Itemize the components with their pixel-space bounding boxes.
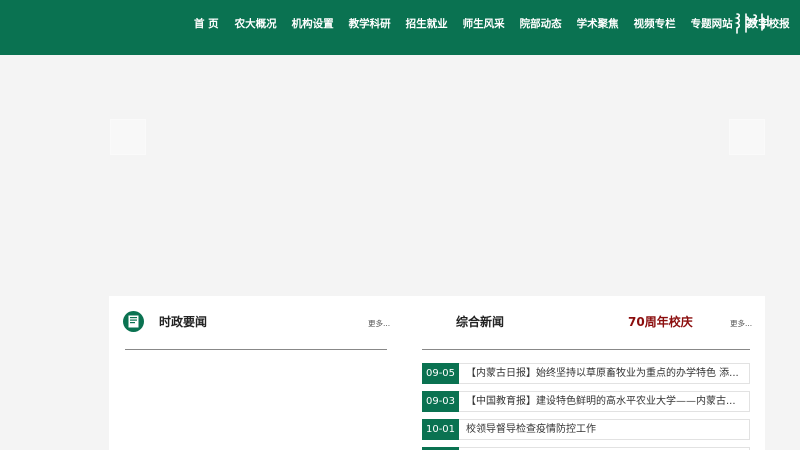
nav-people[interactable]: 师生风采 xyxy=(463,16,505,32)
anniversary-tab[interactable]: 70周年校庆 xyxy=(628,314,693,330)
current-affairs-more-link[interactable]: 更多... xyxy=(368,319,390,329)
nav-admissions[interactable]: 招生就业 xyxy=(406,16,448,32)
book-icon xyxy=(123,311,144,332)
news-item[interactable]: 09-03 【中国教育报】建设特色鲜明的高水平农业大学——内蒙古... xyxy=(422,391,750,412)
news-date: 09-03 xyxy=(422,391,459,412)
mongolian-script-icon[interactable] xyxy=(734,12,770,34)
nav-academic-focus[interactable]: 学术聚焦 xyxy=(577,16,619,32)
divider xyxy=(125,349,387,350)
comprehensive-news-more-link[interactable]: 更多... xyxy=(730,319,752,329)
nav-department-news[interactable]: 院部动态 xyxy=(520,16,562,32)
news-date: 10-01 xyxy=(422,419,459,440)
banner-slider xyxy=(0,55,800,296)
news-item[interactable]: 10-01 校领导督导检查疫情防控工作 xyxy=(422,419,750,440)
news-title[interactable]: 【内蒙古日报】始终坚持以草原畜牧业为重点的办学特色 添... xyxy=(466,364,744,383)
news-title[interactable]: 校领导督导检查疫情防控工作 xyxy=(466,420,744,439)
main-nav: 首 页 农大概况 机构设置 教学科研 招生就业 师生风采 院部动态 学术聚焦 视… xyxy=(194,16,800,32)
current-affairs-title: 时政要闻 xyxy=(159,315,208,329)
nav-home[interactable]: 首 页 xyxy=(194,16,219,32)
nav-special-sites[interactable]: 专题网站 xyxy=(691,16,733,32)
nav-teaching-research[interactable]: 教学科研 xyxy=(349,16,391,32)
nav-departments[interactable]: 机构设置 xyxy=(292,16,334,32)
comprehensive-news-tab[interactable]: 综合新闻 xyxy=(456,314,504,330)
slider-next-arrow[interactable] xyxy=(729,119,765,155)
news-panel: 时政要闻 更多... 综合新闻 70周年校庆 更多... 09-05 【内蒙古日… xyxy=(109,296,765,450)
news-title[interactable]: 【中国教育报】建设特色鲜明的高水平农业大学——内蒙古... xyxy=(466,392,744,411)
news-date: 09-05 xyxy=(422,363,459,384)
news-item[interactable]: 09-05 【内蒙古日报】始终坚持以草原畜牧业为重点的办学特色 添... xyxy=(422,363,750,384)
header-bar: 首 页 农大概况 机构设置 教学科研 招生就业 师生风采 院部动态 学术聚焦 视… xyxy=(0,0,800,55)
slider-prev-arrow[interactable] xyxy=(110,119,146,155)
nav-video[interactable]: 视频专栏 xyxy=(634,16,676,32)
nav-about[interactable]: 农大概况 xyxy=(235,16,277,32)
divider xyxy=(422,349,750,350)
